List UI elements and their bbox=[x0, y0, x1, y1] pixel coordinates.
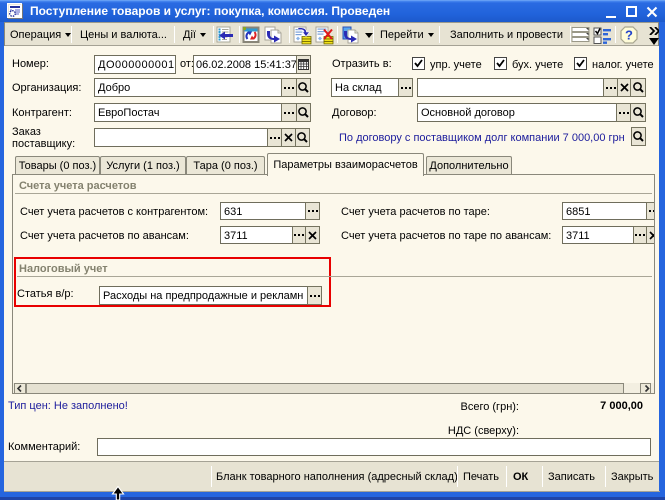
svg-text:?: ? bbox=[625, 28, 633, 43]
